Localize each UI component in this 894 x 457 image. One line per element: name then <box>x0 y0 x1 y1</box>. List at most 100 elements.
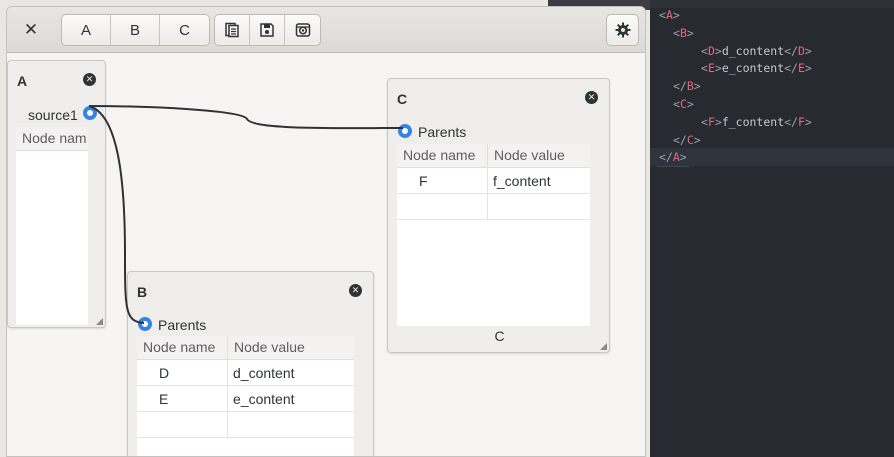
node-title: B <box>137 284 148 300</box>
tab-b[interactable]: B <box>111 15 160 45</box>
code-line[interactable]: <E>e_content</E> <box>650 59 894 77</box>
settings-button[interactable] <box>606 14 639 46</box>
node-title: A <box>17 73 28 89</box>
resize-handle[interactable] <box>600 343 607 350</box>
code-bracket: < <box>701 43 708 58</box>
code-bracket: </ <box>784 114 798 129</box>
close-button[interactable]: ✕ <box>15 14 47 46</box>
code-bracket: > <box>804 43 812 58</box>
table-row[interactable]: D d_content <box>137 360 354 386</box>
tab-c[interactable]: C <box>160 15 209 45</box>
cell-value: f_content <box>487 168 590 193</box>
code-tag: B <box>686 79 694 94</box>
code-bracket: > <box>672 8 680 22</box>
code-tag: C <box>679 97 687 111</box>
table-row[interactable] <box>397 194 590 220</box>
close-node-icon[interactable]: ✕ <box>349 284 362 297</box>
port-parents[interactable] <box>138 317 152 331</box>
code-bracket: > <box>714 114 722 129</box>
table-row[interactable]: E e_content <box>137 386 354 412</box>
node-title: C <box>397 91 408 107</box>
cell-name: D <box>159 365 170 381</box>
table-row[interactable]: F f_content <box>397 168 590 194</box>
code-line[interactable]: </C> <box>650 131 894 149</box>
code-tag: F <box>707 114 715 129</box>
code-line[interactable]: <C> <box>650 95 894 113</box>
cell-name <box>397 194 487 219</box>
node-c-table[interactable]: Node name Node value F f_content <box>397 144 590 326</box>
resize-handle[interactable] <box>96 318 103 325</box>
code-text: d_content <box>721 43 785 58</box>
code-bracket: </ <box>659 150 673 165</box>
node-c[interactable]: C ✕ Parents Node name Node value F f_con… <box>387 78 610 353</box>
port-label-parents: Parents <box>418 124 467 140</box>
save-button[interactable] <box>250 15 285 45</box>
node-b[interactable]: B ✕ Parents Node name Node value D d_con… <box>127 271 374 456</box>
column-header-value[interactable]: Node value <box>487 144 590 167</box>
cell-name <box>137 412 227 437</box>
code-tag: C <box>686 132 694 147</box>
column-header-name[interactable]: Node nam <box>16 127 88 150</box>
code-bracket: < <box>701 61 708 76</box>
code-tag: D <box>707 43 715 58</box>
code-bracket: > <box>693 79 701 94</box>
table-header: Node nam <box>16 127 88 151</box>
cell-value: d_content <box>227 360 354 385</box>
save-icon <box>260 23 274 37</box>
code-text: f_content <box>721 114 785 129</box>
port-parents[interactable] <box>398 124 412 138</box>
document-icon <box>225 22 239 38</box>
code-bracket: > <box>686 97 694 111</box>
code-bracket: < <box>673 97 680 111</box>
code-tag: A <box>665 8 673 22</box>
table-header: Node name Node value <box>397 144 590 168</box>
code-text: e_content <box>721 61 785 76</box>
code-line[interactable]: <F>f_content</F> <box>650 113 894 131</box>
tab-a[interactable]: A <box>62 15 111 45</box>
table-row[interactable] <box>137 412 354 438</box>
table-header: Node name Node value <box>137 336 354 360</box>
package-icon <box>295 23 310 37</box>
code-bracket: </ <box>784 43 798 58</box>
cell-value <box>227 412 354 437</box>
column-header-value[interactable]: Node value <box>227 336 354 359</box>
gear-icon <box>615 22 630 38</box>
port-source1[interactable] <box>83 106 97 120</box>
cell-name: F <box>419 173 428 189</box>
package-button[interactable] <box>285 15 320 45</box>
code-line[interactable]: <D>d_content</D> <box>650 42 894 60</box>
close-node-icon[interactable]: ✕ <box>585 91 598 104</box>
xml-code-pane[interactable]: <A> <B> <D>d_content</D> <E>e_content</E> </… <box>650 0 894 457</box>
code-line[interactable]: </A> <box>650 148 894 167</box>
node-a-table[interactable]: Node nam <box>16 127 88 325</box>
code-bracket: < <box>673 25 680 40</box>
code-bracket: > <box>679 150 687 165</box>
code-tag: B <box>679 25 687 40</box>
node-c-footer: C <box>494 328 505 344</box>
code-bracket: > <box>693 132 701 147</box>
port-label-parents: Parents <box>158 317 207 333</box>
code-bracket: </ <box>673 132 687 147</box>
node-a[interactable]: A ✕ source1 Node nam <box>7 60 106 328</box>
code-bracket: > <box>714 61 722 76</box>
port-label-source1: source1 <box>28 107 78 123</box>
close-node-icon[interactable]: ✕ <box>83 73 96 86</box>
code-tag: F <box>797 114 805 129</box>
document-button[interactable] <box>215 15 250 45</box>
code-bracket: > <box>804 114 812 129</box>
column-header-name[interactable]: Node name <box>137 336 227 359</box>
node-b-table[interactable]: Node name Node value D d_content E e_con… <box>137 336 354 456</box>
code-tag: E <box>797 61 805 76</box>
code-bracket: < <box>659 8 666 22</box>
code-line[interactable]: </B> <box>650 77 894 95</box>
code-line[interactable]: <B> <box>650 24 894 42</box>
code-bracket: > <box>714 43 722 58</box>
column-header-name[interactable]: Node name <box>397 144 487 167</box>
code-bracket: < <box>701 114 708 129</box>
node-canvas[interactable]: A ✕ source1 Node nam B ✕ Parents Node na… <box>7 54 645 456</box>
node-tab-group: A B C <box>61 14 210 46</box>
wire-source1-to-c <box>88 105 404 130</box>
code-line[interactable]: <A> <box>650 6 894 24</box>
cell-value <box>487 194 590 219</box>
code-bracket: </ <box>784 61 798 76</box>
